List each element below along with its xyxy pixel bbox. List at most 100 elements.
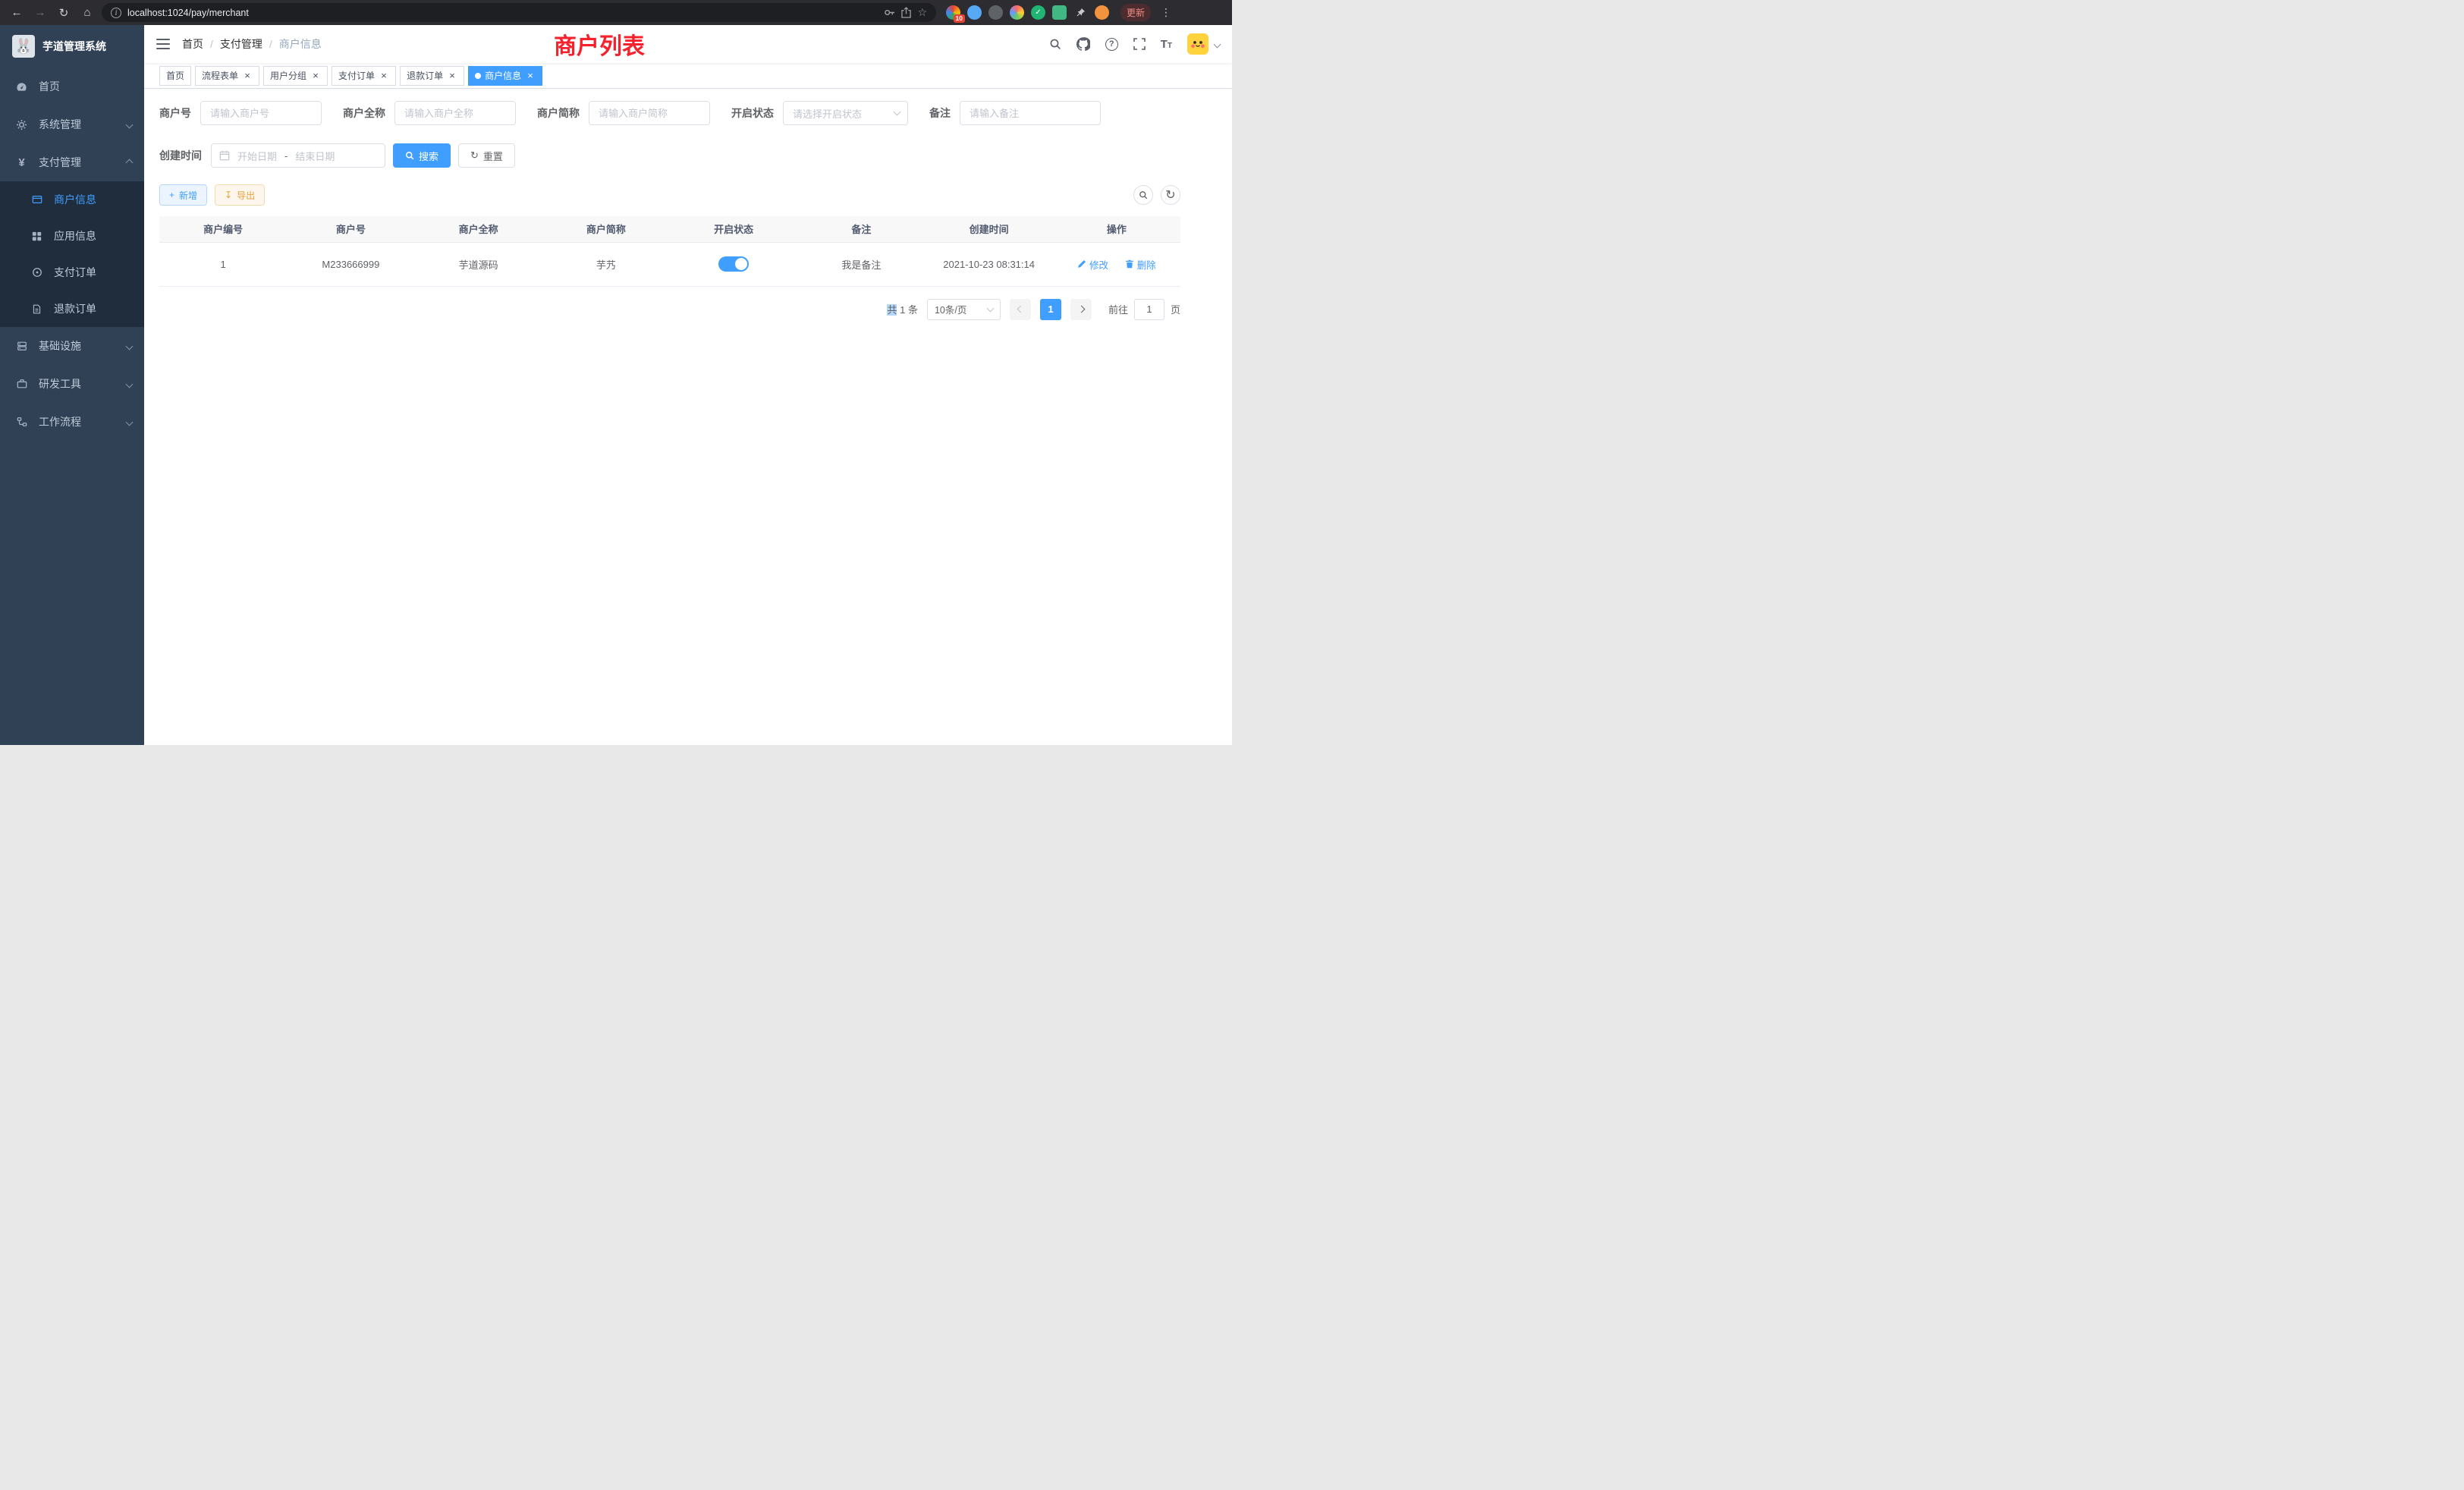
tab-pay-order[interactable]: 支付订单 × <box>332 66 396 86</box>
sidebar-toggle-icon[interactable] <box>156 39 170 49</box>
toolbox-icon <box>15 379 28 389</box>
profile-avatar-icon[interactable] <box>1095 5 1109 20</box>
github-icon[interactable] <box>1076 37 1090 51</box>
select-placeholder: 请选择开启状态 <box>793 106 862 121</box>
sidebar-item-refund-order[interactable]: 退款订单 <box>0 291 144 327</box>
merchant-no-input[interactable] <box>200 101 322 125</box>
page-number-1[interactable]: 1 <box>1040 299 1061 320</box>
server-icon <box>15 341 28 351</box>
add-button[interactable]: + 新增 <box>159 184 207 206</box>
close-icon[interactable]: × <box>310 71 321 81</box>
sidebar-item-merchant-info[interactable]: 商户信息 <box>0 181 144 218</box>
breadcrumb-home[interactable]: 首页 <box>182 36 203 52</box>
extension-dark-icon[interactable] <box>988 5 1003 20</box>
fullscreen-icon[interactable] <box>1133 38 1146 50</box>
column-header: 商户编号 <box>159 216 287 242</box>
breadcrumb-current: 商户信息 <box>279 36 322 52</box>
filter-merchant-no: 商户号 <box>159 101 322 125</box>
toolbar-right: ↻ <box>1133 185 1180 205</box>
sidebar-item-pay-order[interactable]: 支付订单 <box>0 254 144 291</box>
tab-label: 支付订单 <box>338 69 375 82</box>
close-icon[interactable]: × <box>447 71 457 81</box>
page-size-select[interactable]: 10条/页 <box>927 299 1001 320</box>
page-unit-label: 页 <box>1171 302 1180 316</box>
tab-user-group[interactable]: 用户分组 × <box>263 66 328 86</box>
share-icon[interactable] <box>901 7 911 18</box>
tab-merchant-info[interactable]: 商户信息 × <box>468 66 542 86</box>
page-annotation: 商户列表 <box>554 27 645 61</box>
close-icon[interactable]: × <box>525 71 536 81</box>
merchant-table: 商户编号 商户号 商户全称 商户简称 开启状态 备注 创建时间 操作 1 <box>159 216 1180 287</box>
total-number: 1 <box>900 304 905 316</box>
delete-link[interactable]: 删除 <box>1125 257 1156 272</box>
goto-page-input[interactable] <box>1134 299 1164 320</box>
toggle-search-button[interactable] <box>1133 185 1153 205</box>
merchant-name-input[interactable] <box>394 101 516 125</box>
extension-green-icon[interactable] <box>1052 5 1067 20</box>
tab-refund-order[interactable]: 退款订单 × <box>400 66 464 86</box>
browser-menu-icon[interactable]: ⋮ <box>1161 6 1171 19</box>
sidebar-item-infra[interactable]: 基础设施 <box>0 327 144 365</box>
refresh-table-button[interactable]: ↻ <box>1161 185 1180 205</box>
total-suffix: 条 <box>908 304 918 316</box>
status-toggle[interactable] <box>718 256 749 272</box>
prev-page-button[interactable] <box>1010 299 1031 320</box>
font-size-icon[interactable]: TT <box>1161 39 1172 50</box>
remark-input[interactable] <box>960 101 1101 125</box>
field-label: 备注 <box>929 105 951 121</box>
user-menu[interactable] <box>1187 33 1220 55</box>
browser-back-icon[interactable]: ← <box>8 4 26 22</box>
close-icon[interactable]: × <box>242 71 253 81</box>
page-content: 商户号 商户全称 商户简称 开启状态 请选择开启状态 <box>144 89 1232 745</box>
pin-extension-icon[interactable] <box>1073 5 1088 20</box>
browser-forward-icon[interactable]: → <box>31 4 49 22</box>
help-icon[interactable]: ? <box>1105 38 1118 51</box>
password-key-icon[interactable] <box>884 7 895 18</box>
sidebar-item-home[interactable]: 首页 <box>0 68 144 105</box>
close-icon[interactable]: × <box>379 71 389 81</box>
address-bar[interactable]: i localhost:1024/pay/merchant ☆ <box>102 3 936 22</box>
screen: ← → ↻ ⌂ i localhost:1024/pay/merchant ☆ … <box>0 0 1232 745</box>
browser-home-icon[interactable]: ⌂ <box>78 4 96 22</box>
breadcrumb-payment[interactable]: 支付管理 <box>220 36 262 52</box>
cell-status <box>670 242 797 286</box>
search-button[interactable]: 搜索 <box>393 143 451 168</box>
status-select[interactable]: 请选择开启状态 <box>783 101 908 125</box>
sidebar-item-app-info[interactable]: 应用信息 <box>0 218 144 254</box>
chevron-down-icon <box>126 121 134 128</box>
url-text: localhost:1024/pay/merchant <box>127 8 878 18</box>
sidebar-item-workflow[interactable]: 工作流程 <box>0 403 144 441</box>
site-info-icon[interactable]: i <box>111 8 121 18</box>
total-count: 共 1 条 <box>887 302 918 316</box>
table-toolbar: + 新增 ↧ 导出 ↻ <box>159 184 1180 206</box>
sidebar-item-dev-tools[interactable]: 研发工具 <box>0 365 144 403</box>
flow-icon <box>15 417 28 427</box>
tab-label: 首页 <box>166 69 184 82</box>
export-button[interactable]: ↧ 导出 <box>215 184 265 206</box>
reset-button[interactable]: ↻ 重置 <box>458 143 515 168</box>
chevron-down-icon <box>126 380 134 388</box>
browser-update-button[interactable]: 更新 <box>1120 4 1151 21</box>
edit-link[interactable]: 修改 <box>1077 257 1108 272</box>
tab-home[interactable]: 首页 <box>159 66 191 86</box>
create-time-range-picker[interactable]: 开始日期 - 结束日期 <box>211 143 385 168</box>
extension-drop-icon[interactable] <box>967 5 982 20</box>
field-label: 商户简称 <box>537 105 580 121</box>
browser-reload-icon[interactable]: ↻ <box>55 4 73 22</box>
next-page-button[interactable] <box>1070 299 1092 320</box>
tab-process-form[interactable]: 流程表单 × <box>195 66 259 86</box>
sidebar-item-payment[interactable]: ¥ 支付管理 <box>0 143 144 181</box>
total-prefix: 共 <box>887 304 897 316</box>
page-jumper: 前往 页 <box>1108 299 1180 320</box>
extension-colorwheel-icon[interactable]: 10 <box>946 5 960 20</box>
delete-label: 删除 <box>1137 257 1156 272</box>
extension-multicolor-icon[interactable] <box>1010 5 1024 20</box>
search-icon[interactable] <box>1049 38 1061 50</box>
logo[interactable]: 🐰 芋道管理系统 <box>0 25 144 68</box>
column-header: 开启状态 <box>670 216 797 242</box>
sidebar-item-system[interactable]: 系统管理 <box>0 105 144 143</box>
extension-check-icon[interactable]: ✓ <box>1031 5 1045 20</box>
bookmark-star-icon[interactable]: ☆ <box>917 6 927 19</box>
merchant-short-input[interactable] <box>589 101 710 125</box>
sidebar-item-label: 系统管理 <box>39 117 116 132</box>
